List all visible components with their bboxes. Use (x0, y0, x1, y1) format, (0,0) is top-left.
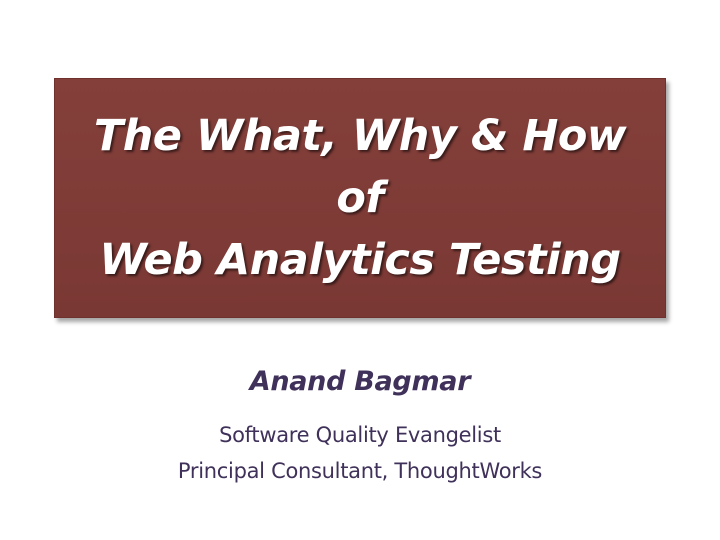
author-name: Anand Bagmar (249, 366, 471, 397)
author-role-2: Principal Consultant, ThoughtWorks (177, 459, 543, 483)
title-slide: The What, Why & How of Web Analytics Tes… (0, 0, 720, 540)
title-line-2: of (336, 173, 384, 223)
title-line-1: The What, Why & How (93, 111, 627, 161)
title-box: The What, Why & How of Web Analytics Tes… (54, 78, 666, 318)
title-line-3: Web Analytics Testing (99, 235, 621, 285)
author-role-1: Software Quality Evangelist (219, 423, 501, 447)
